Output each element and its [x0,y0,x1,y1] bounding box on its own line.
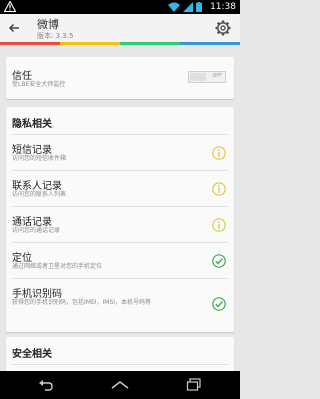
app-title: 微博 [37,18,59,31]
status-bar: 11:38 [0,0,240,14]
privacy-item-desc: 访问您的通话记录 [12,227,61,234]
wifi-icon [168,2,180,12]
privacy-item-desc: 访问您的联系人列表 [12,191,67,198]
privacy-item-label: 手机识别码 [12,289,62,300]
privacy-item-label: 联系人记录 [12,181,62,192]
privacy-item-label: 短信记录 [12,145,52,156]
check-circle-icon [212,297,226,311]
privacy-item-contacts[interactable]: 联系人记录 访问您的联系人列表 [6,177,234,203]
warning-notification-icon [4,1,16,12]
warning-info-icon [212,182,226,196]
privacy-item-desc: 获得您的手机识别码，包括IMEI，IMSI，本机号码等 [12,299,152,306]
gear-icon[interactable] [215,20,231,36]
battery-icon [196,2,202,12]
check-circle-icon [212,254,226,268]
trust-row[interactable]: 信任 受LBE安全大师监控 OFF [6,67,234,93]
trust-desc: 受LBE安全大师监控 [12,81,66,88]
signal-icon [183,2,193,12]
divider [12,170,228,171]
trust-card[interactable]: 信任 受LBE安全大师监控 OFF [6,57,234,99]
navigation-bar [0,371,240,399]
security-section-title: 安全相关 [12,349,52,360]
privacy-item-imei[interactable]: 手机识别码 获得您的手机识别码，包括IMEI，IMSI，本机号码等 [6,285,234,325]
privacy-card: 隐私相关 短信记录 访问您的短信收件箱 联系人记录 访问您的联系人列表 通话记录 [6,107,234,332]
back-arrow-icon[interactable] [8,22,20,34]
divider [12,134,228,135]
toggle-thumb [190,73,206,81]
divider [12,242,228,243]
toggle-text: OFF [212,73,222,79]
privacy-item-label: 定位 [12,253,32,264]
trust-label: 信任 [12,71,32,82]
warning-info-icon [212,218,226,232]
privacy-item-calls[interactable]: 通话记录 访问您的通话记录 [6,213,234,239]
warning-info-icon [212,146,226,160]
privacy-item-desc: 访问您的短信收件箱 [12,155,67,162]
trust-toggle[interactable]: OFF [188,71,226,83]
privacy-item-sms[interactable]: 短信记录 访问您的短信收件箱 [6,141,234,167]
privacy-item-label: 通话记录 [12,217,52,228]
back-nav-icon[interactable] [38,378,54,392]
divider [12,278,228,279]
privacy-item-desc: 通过网络或者卫星对您的手机定位 [12,263,103,270]
home-nav-icon[interactable] [110,378,130,392]
divider [12,206,228,207]
recent-apps-nav-icon[interactable] [186,378,202,392]
security-card: 安全相关 [6,337,234,371]
divider [12,364,228,365]
privacy-section-title: 隐私相关 [12,119,52,130]
status-time: 11:38 [210,2,236,12]
app-bar: 微博 版本: 3.3.5 [0,14,240,42]
privacy-item-location[interactable]: 定位 通过网络或者卫星对您的手机定位 [6,249,234,275]
content: 信任 受LBE安全大师监控 OFF 隐私相关 短信记录 访问您的短信收件箱 联系… [0,45,240,371]
app-version: 版本: 3.3.5 [37,32,74,40]
